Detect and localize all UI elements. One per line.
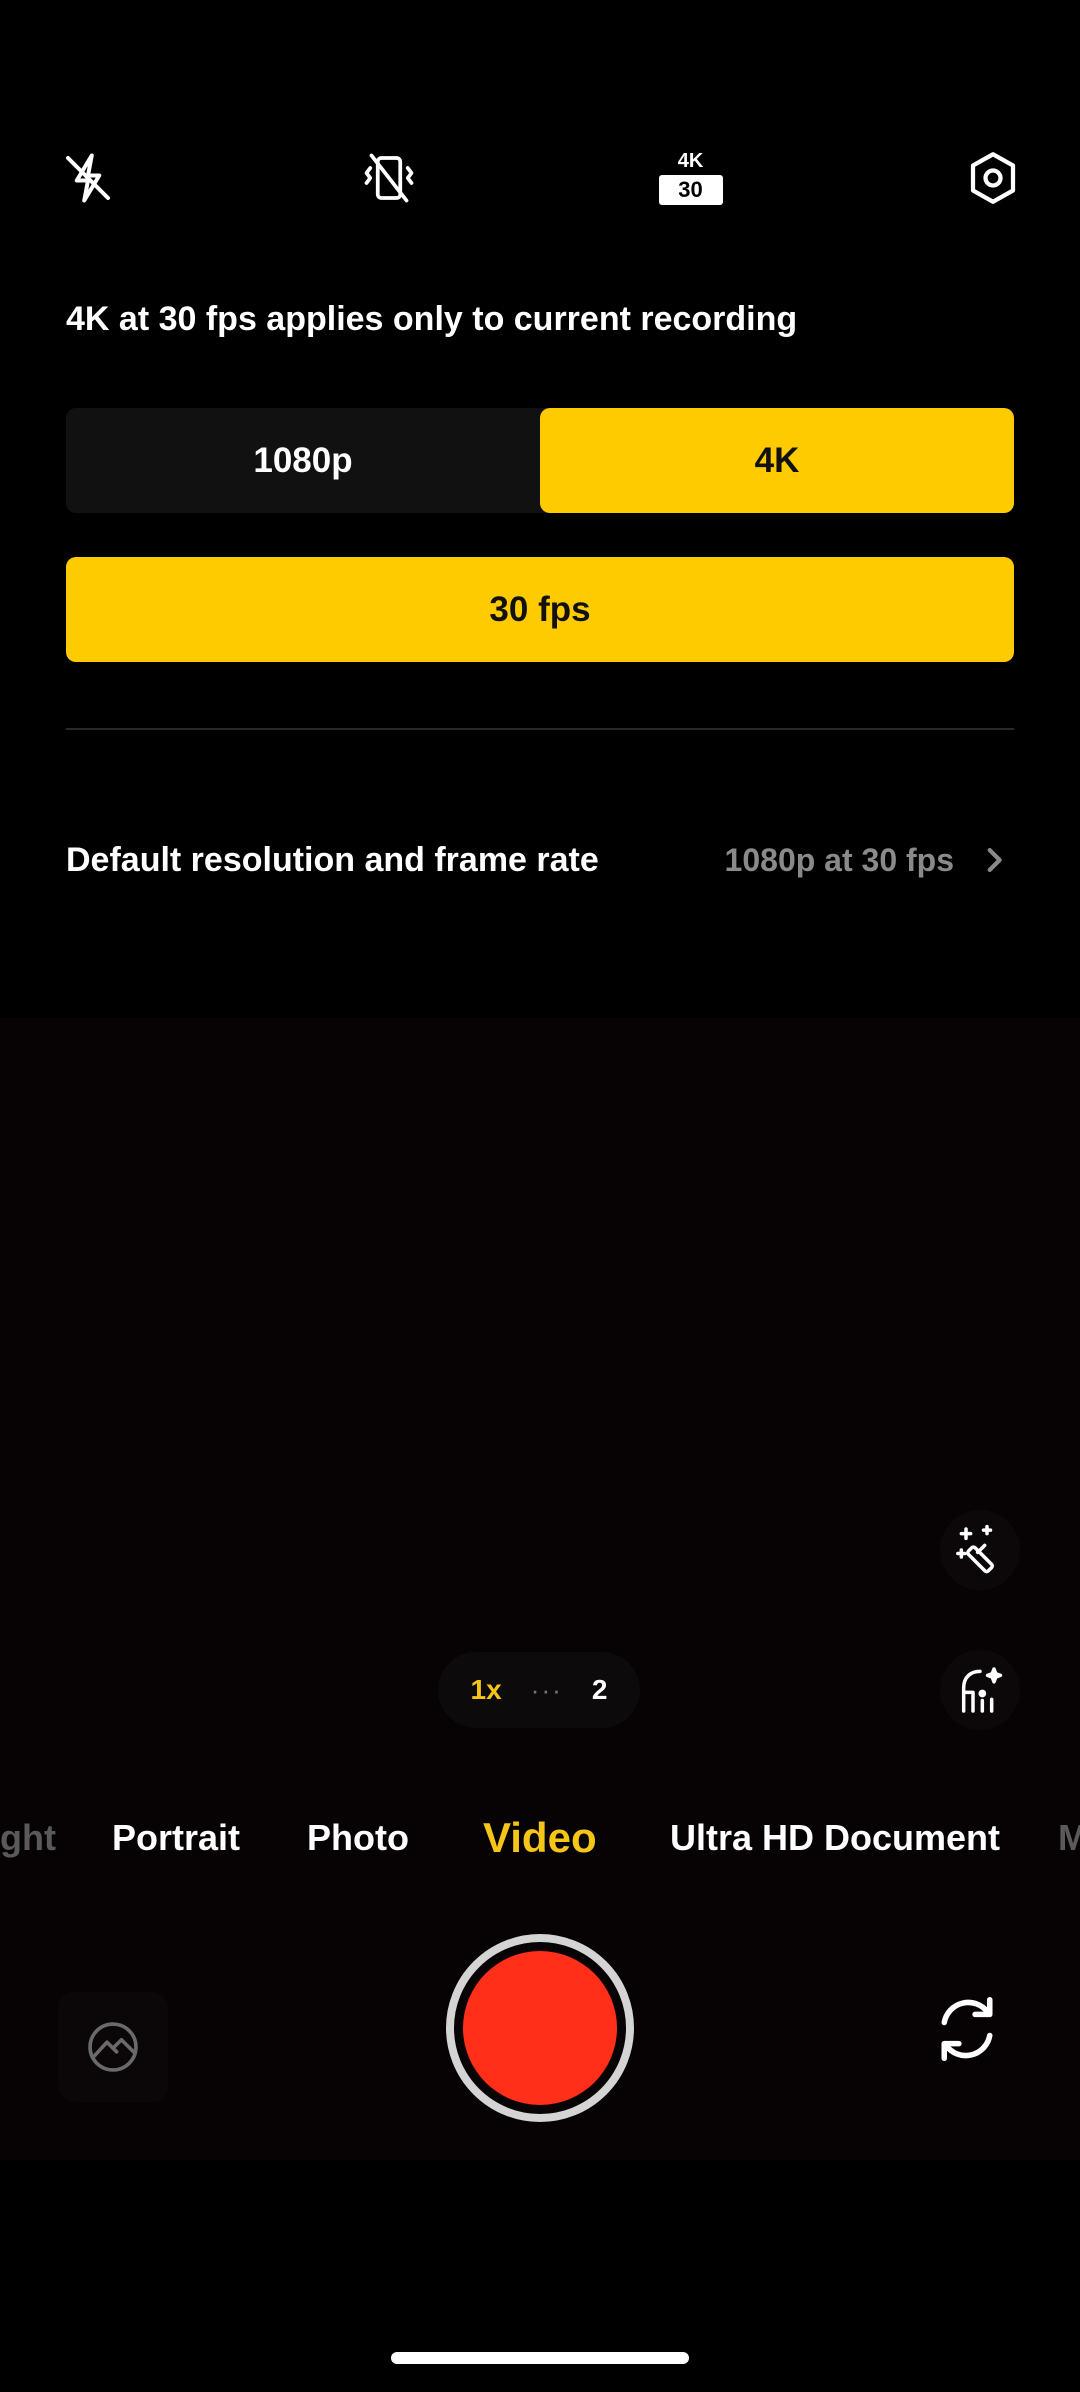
resolution-badge-top: 4K <box>677 150 704 172</box>
fps-option-button[interactable]: 30 fps <box>66 557 1014 662</box>
mode-portrait[interactable]: Portrait <box>112 1805 240 1870</box>
chevron-right-icon <box>974 840 1014 880</box>
magic-wand-icon[interactable] <box>940 1510 1020 1590</box>
mode-ultra-hd-document[interactable]: Ultra HD Document <box>670 1805 1000 1870</box>
resolution-badge-icon[interactable]: 4K 30 <box>653 140 728 215</box>
mode-night[interactable]: ght <box>0 1805 56 1870</box>
resolution-option-4k[interactable]: 4K <box>540 408 1014 513</box>
camera-toolbar: 4K 30 <box>0 140 1080 215</box>
settings-hexagon-icon[interactable] <box>955 140 1030 215</box>
switch-camera-icon[interactable] <box>926 1988 1008 2070</box>
home-indicator[interactable] <box>391 2352 689 2364</box>
panel-divider <box>66 728 1014 730</box>
resolution-option-1080p[interactable]: 1080p <box>66 408 540 513</box>
mode-more[interactable]: M <box>1058 1805 1080 1870</box>
gallery-icon <box>88 2022 138 2072</box>
zoom-level-next[interactable]: 2 <box>592 1674 608 1706</box>
zoom-dots: ··· <box>530 1674 563 1705</box>
mode-photo[interactable]: Photo <box>307 1805 409 1870</box>
gallery-thumbnail[interactable] <box>58 1992 168 2102</box>
face-beauty-icon[interactable] <box>940 1650 1020 1730</box>
flash-off-icon[interactable] <box>50 140 125 215</box>
resolution-badge-bottom: 30 <box>658 175 723 205</box>
zoom-selector[interactable]: 1x ··· 2 <box>438 1652 640 1728</box>
record-button-core <box>463 1951 617 2105</box>
default-resolution-value: 1080p at 30 fps <box>724 841 954 878</box>
zoom-level-current[interactable]: 1x <box>471 1674 502 1706</box>
stabilization-off-icon[interactable] <box>351 140 426 215</box>
default-resolution-row[interactable]: Default resolution and frame rate 1080p … <box>66 820 1014 900</box>
default-resolution-label: Default resolution and frame rate <box>66 840 599 879</box>
record-button[interactable] <box>446 1934 634 2122</box>
resolution-hint-text: 4K at 30 fps applies only to current rec… <box>66 300 798 338</box>
mode-video[interactable]: Video <box>483 1805 597 1870</box>
resolution-segmented-control: 1080p 4K <box>66 408 1014 513</box>
mode-carousel: ght Portrait Photo Video Ultra HD Docume… <box>0 1805 1080 1870</box>
